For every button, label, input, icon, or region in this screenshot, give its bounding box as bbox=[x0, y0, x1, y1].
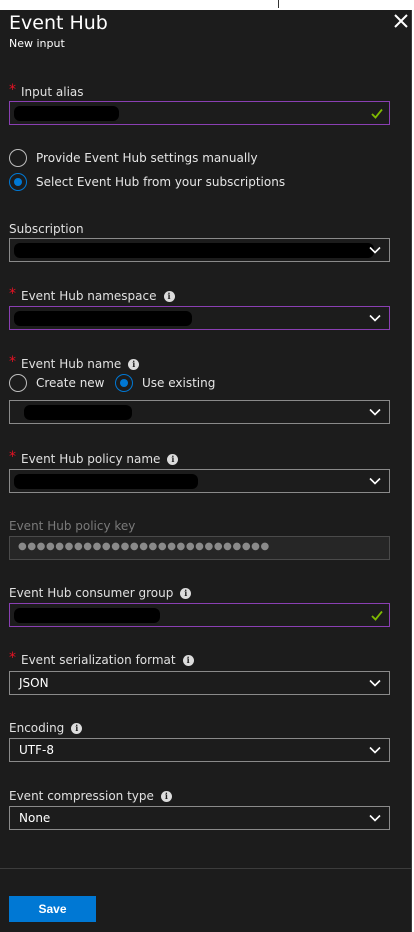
compression-value: None bbox=[19, 811, 51, 825]
info-icon[interactable]: i bbox=[163, 290, 175, 302]
radio-use-existing[interactable]: Use existing bbox=[115, 374, 215, 392]
radio-button-selected[interactable] bbox=[115, 374, 133, 392]
footer-divider bbox=[0, 868, 412, 869]
blade-title: Event Hub bbox=[9, 12, 108, 34]
chevron-down-icon bbox=[369, 679, 381, 687]
radio-label: Create new bbox=[36, 376, 105, 390]
event-hub-input-blade: Event Hub New input * Input alias Provid… bbox=[0, 10, 412, 932]
radio-button[interactable] bbox=[9, 149, 27, 167]
policy-name-label: * Event Hub policy name i bbox=[9, 449, 179, 466]
radio-label: Use existing bbox=[142, 376, 216, 390]
policy-key-label: Event Hub policy key bbox=[9, 519, 136, 533]
chevron-down-icon bbox=[369, 746, 381, 754]
blade-subtitle: New input bbox=[9, 37, 65, 50]
radio-provide-manually[interactable]: Provide Event Hub settings manually bbox=[9, 149, 258, 167]
info-icon[interactable]: i bbox=[160, 790, 172, 802]
subscription-dropdown[interactable] bbox=[9, 238, 390, 262]
encoding-dropdown[interactable]: UTF-8 bbox=[9, 738, 390, 762]
serialization-dropdown[interactable]: JSON bbox=[9, 671, 390, 695]
required-marker: * bbox=[9, 449, 16, 465]
radio-create-new[interactable]: Create new bbox=[9, 374, 105, 392]
masked-key-value: ●●●●●●●●●●●●●●●●●●●●●●●●●●● bbox=[18, 541, 270, 552]
hub-name-dropdown[interactable] bbox=[9, 400, 390, 424]
checkmark-icon bbox=[371, 108, 383, 119]
chevron-down-icon bbox=[369, 408, 381, 416]
required-marker: * bbox=[9, 82, 16, 98]
redacted-value bbox=[24, 405, 132, 420]
serialization-label: * Event serialization format i bbox=[9, 650, 194, 667]
redacted-value bbox=[14, 311, 192, 326]
redacted-value bbox=[14, 106, 119, 121]
input-alias-label: * Input alias bbox=[9, 82, 84, 99]
compression-dropdown[interactable]: None bbox=[9, 806, 390, 830]
close-icon[interactable] bbox=[392, 12, 410, 30]
required-marker: * bbox=[9, 354, 16, 370]
encoding-label: Encoding i bbox=[9, 721, 83, 735]
info-icon[interactable]: i bbox=[180, 587, 192, 599]
chevron-down-icon bbox=[369, 477, 381, 485]
info-icon[interactable]: i bbox=[167, 453, 179, 465]
chevron-down-icon bbox=[369, 246, 381, 254]
namespace-dropdown[interactable] bbox=[9, 306, 390, 330]
chevron-down-icon bbox=[369, 814, 381, 822]
radio-label: Select Event Hub from your subscriptions bbox=[36, 175, 286, 189]
radio-label: Provide Event Hub settings manually bbox=[36, 151, 258, 165]
required-marker: * bbox=[9, 286, 16, 302]
cursor-mark bbox=[278, 0, 279, 8]
top-strip bbox=[0, 0, 414, 10]
input-alias-field[interactable] bbox=[9, 101, 390, 125]
checkmark-icon bbox=[371, 610, 383, 621]
redacted-value bbox=[14, 474, 198, 489]
consumer-group-field[interactable] bbox=[9, 603, 390, 627]
required-marker: * bbox=[9, 650, 16, 666]
info-icon[interactable]: i bbox=[71, 722, 83, 734]
info-icon[interactable]: i bbox=[182, 654, 194, 666]
policy-name-dropdown[interactable] bbox=[9, 469, 390, 493]
radio-button-selected[interactable] bbox=[9, 173, 27, 191]
info-icon[interactable]: i bbox=[128, 358, 140, 370]
hub-name-label: * Event Hub name i bbox=[9, 354, 140, 371]
policy-key-field: ●●●●●●●●●●●●●●●●●●●●●●●●●●● bbox=[9, 536, 390, 560]
radio-button[interactable] bbox=[9, 374, 27, 392]
encoding-value: UTF-8 bbox=[19, 743, 54, 757]
chevron-down-icon bbox=[369, 314, 381, 322]
subscription-label: Subscription bbox=[9, 222, 84, 236]
redacted-value bbox=[14, 243, 374, 258]
namespace-label: * Event Hub namespace i bbox=[9, 286, 175, 303]
redacted-value bbox=[14, 608, 160, 623]
radio-select-from-subscriptions[interactable]: Select Event Hub from your subscriptions bbox=[9, 173, 285, 191]
save-button[interactable]: Save bbox=[9, 896, 96, 922]
compression-label: Event compression type i bbox=[9, 789, 172, 803]
serialization-value: JSON bbox=[19, 676, 49, 690]
consumer-group-label: Event Hub consumer group i bbox=[9, 586, 192, 600]
